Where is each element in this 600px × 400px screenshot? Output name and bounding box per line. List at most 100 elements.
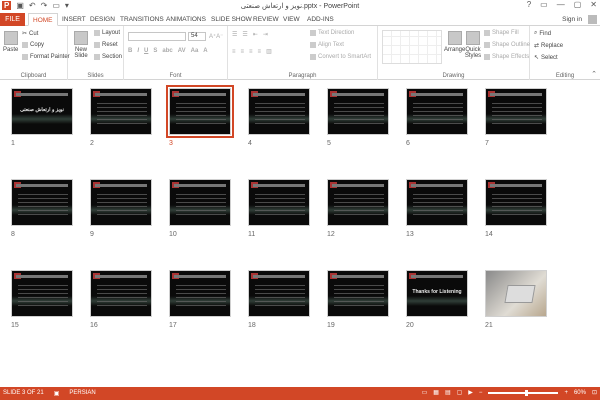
slide-thumbnail-17[interactable]	[169, 270, 231, 317]
convert-smartart-button[interactable]: Convert to SmartArt	[310, 54, 371, 60]
slide-thumbnail-5[interactable]	[327, 88, 389, 135]
slide-thumbnail-12[interactable]	[327, 179, 389, 226]
font-color-button[interactable]: A	[203, 48, 207, 54]
slide-hdr	[332, 275, 384, 278]
shapes-gallery[interactable]	[382, 30, 442, 64]
slideshow-view-icon[interactable]: ▶	[468, 389, 473, 396]
avatar[interactable]	[588, 15, 597, 24]
new-slide-button[interactable]: New Slide	[71, 31, 91, 59]
shape-fill-button[interactable]: Shape Fill	[484, 30, 519, 36]
reading-view-icon[interactable]: ▢	[457, 389, 463, 396]
slide-hdr	[490, 184, 542, 187]
help-icon[interactable]: ?	[527, 0, 531, 9]
section-button[interactable]: Section	[94, 54, 122, 60]
find-button[interactable]: ⌕ Find	[534, 30, 551, 37]
layout-button[interactable]: Layout	[94, 30, 120, 36]
slide-thumbnail-14[interactable]	[485, 179, 547, 226]
zoom-slider-thumb[interactable]	[525, 389, 529, 396]
tab-view[interactable]: VIEW	[283, 13, 300, 26]
slide-thumbnail-2[interactable]	[90, 88, 152, 135]
align-left-icon[interactable]: ≡	[232, 49, 236, 55]
language-indicator[interactable]: PERSIAN	[69, 390, 95, 397]
slide-thumbnail-19[interactable]	[327, 270, 389, 317]
bullets-icon[interactable]: ☰	[232, 31, 237, 38]
slide-thumbnail-13[interactable]	[406, 179, 468, 226]
slide-thumbnail-21[interactable]	[485, 270, 547, 317]
slide-thumbnail-9[interactable]	[90, 179, 152, 226]
font-grow-icon[interactable]: A⁺A⁻	[209, 33, 223, 40]
slide-thumbnail-11[interactable]	[248, 179, 310, 226]
bold-button[interactable]: B	[128, 48, 132, 54]
zoom-out-button[interactable]: −	[479, 390, 483, 396]
sorter-view-icon[interactable]: ▤	[445, 389, 451, 396]
tab-insert[interactable]: INSERT	[62, 13, 86, 26]
justify-icon[interactable]: ≡	[258, 49, 262, 55]
reset-button[interactable]: Reset	[94, 42, 118, 48]
align-text-button[interactable]: Align Text	[310, 42, 344, 48]
slide-number: 5	[327, 140, 331, 147]
spacing-button[interactable]: AV	[178, 48, 186, 54]
proofing-icon[interactable]: ▣	[54, 390, 60, 397]
align-center-icon[interactable]: ≡	[241, 49, 245, 55]
tab-slide-show[interactable]: SLIDE SHOW	[211, 13, 252, 26]
close-icon[interactable]: ✕	[590, 0, 597, 9]
slide-thumbnail-6[interactable]	[406, 88, 468, 135]
change-case-button[interactable]: Aa	[191, 48, 199, 54]
paste-button[interactable]: Paste	[3, 31, 18, 53]
text-direction-button[interactable]: Text Direction	[310, 30, 354, 36]
cut-button[interactable]: ✂ Cut	[22, 30, 38, 38]
tab-add-ins[interactable]: ADD-INS	[307, 13, 334, 26]
increase-indent-icon[interactable]: ⇥	[263, 31, 268, 38]
tab-home[interactable]: HOME	[28, 13, 58, 26]
collapse-ribbon-icon[interactable]: ⌃	[591, 70, 597, 78]
strikethrough-button[interactable]: S	[153, 48, 157, 54]
slide-thumbnail-10[interactable]	[169, 179, 231, 226]
tab-transitions[interactable]: TRANSITIONS	[120, 13, 164, 26]
shadow-button[interactable]: abc	[162, 48, 172, 54]
tab-animations[interactable]: ANIMATIONS	[166, 13, 206, 26]
slide-thumbnail-1[interactable]: نویز و ارتعاش صنعتی	[11, 88, 73, 135]
tab-file[interactable]: FILE	[0, 13, 25, 26]
slide-thumbnail-15[interactable]	[11, 270, 73, 317]
ribbon-display-icon[interactable]: ▭	[540, 0, 548, 9]
notes-view-icon[interactable]: ▭	[422, 389, 428, 396]
select-button[interactable]: ↖ Select	[534, 54, 558, 62]
zoom-slider[interactable]	[488, 389, 559, 396]
fit-to-window-icon[interactable]: ⊡	[592, 389, 597, 396]
slide-thumbnail-3[interactable]	[166, 85, 234, 138]
restore-icon[interactable]: ▢	[574, 0, 582, 9]
slide-thumbnail-7[interactable]	[485, 88, 547, 135]
decrease-indent-icon[interactable]: ⇤	[253, 31, 258, 38]
shape-outline-button[interactable]: Shape Outline	[484, 42, 530, 48]
slide-thumbnail-4[interactable]	[248, 88, 310, 135]
normal-view-icon[interactable]: ▦	[433, 389, 439, 396]
format-painter-button[interactable]: Format Painter	[22, 54, 70, 60]
numbering-icon[interactable]: ☰	[242, 31, 247, 38]
slide-thumbnail-8[interactable]	[11, 179, 73, 226]
align-right-icon[interactable]: ≡	[249, 49, 253, 55]
replace-button[interactable]: ⇄ Replace	[534, 42, 563, 50]
zoom-level[interactable]: 60%	[574, 390, 586, 396]
copy-button[interactable]: Copy	[22, 42, 44, 48]
slide-number: 17	[169, 322, 177, 329]
underline-button[interactable]: U	[144, 48, 148, 54]
shape-effects-button[interactable]: Shape Effects	[484, 54, 529, 60]
italic-button[interactable]: I	[137, 48, 139, 54]
slide-thumbnail-16[interactable]	[90, 270, 152, 317]
scissors-icon: ✂	[22, 31, 28, 37]
columns-icon[interactable]: ▥	[266, 48, 272, 55]
tab-design[interactable]: DESIGN	[90, 13, 115, 26]
font-size-input[interactable]: 54	[188, 32, 206, 41]
quick-styles-icon	[466, 31, 480, 45]
slide-thumbnail-18[interactable]	[248, 270, 310, 317]
tab-review[interactable]: REVIEW	[253, 13, 279, 26]
zoom-in-button[interactable]: +	[564, 390, 568, 396]
group-editing: ⌕ Find ⇄ Replace ↖ Select Editing ⌃	[530, 26, 600, 80]
quick-styles-button[interactable]: Quick Styles	[464, 31, 482, 59]
sign-in-link[interactable]: Sign in	[562, 13, 582, 26]
slide-thumbnail-20[interactable]: Thanks for Listening	[406, 270, 468, 317]
arrange-button[interactable]: Arrange	[444, 31, 465, 53]
minimize-icon[interactable]: —	[557, 0, 565, 9]
font-name-input[interactable]	[128, 32, 186, 41]
copy-icon	[22, 42, 28, 48]
